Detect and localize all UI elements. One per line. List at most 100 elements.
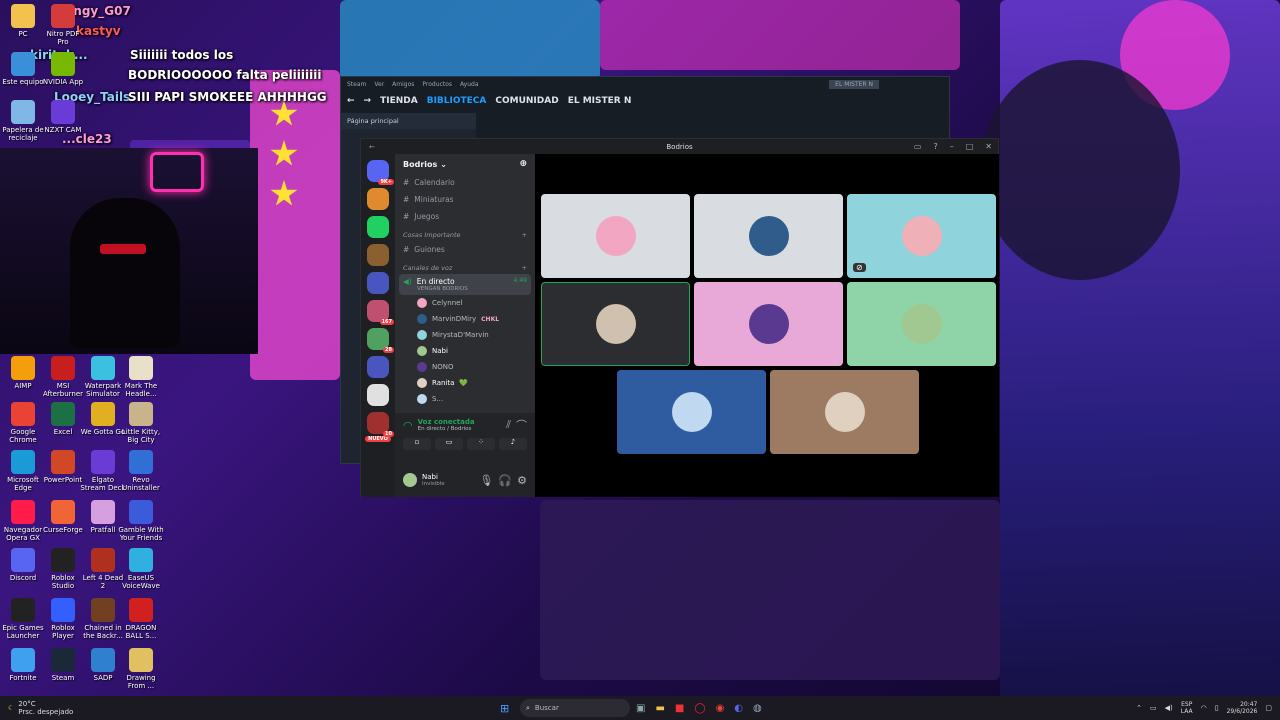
discord-icon[interactable]: ◐ (734, 703, 743, 714)
lang-code[interactable]: ESP (1181, 701, 1193, 708)
participant-tile[interactable] (694, 282, 843, 366)
desktop-icon[interactable]: NZXT CAM (40, 100, 86, 134)
participant-tile[interactable] (617, 370, 766, 454)
chrome-icon[interactable]: ◉ (716, 703, 725, 714)
voice-user[interactable]: MarvinDMiry CHKL (395, 311, 535, 327)
camera-button[interactable]: ▫ (403, 438, 431, 450)
desktop-icon[interactable]: EaseUS VoiceWave (118, 548, 164, 590)
wifi-icon[interactable]: ◠ (1201, 704, 1207, 712)
user-status: Invisible (422, 481, 445, 487)
steam-icon[interactable]: ◍ (753, 703, 762, 714)
nav-profile[interactable]: EL MISTER N (568, 96, 632, 106)
add-channel-icon[interactable]: + (522, 264, 527, 272)
server-icon[interactable]: 167 (367, 300, 394, 325)
voice-user[interactable]: S... (395, 391, 535, 407)
channel-miniaturas[interactable]: # Miniaturas (395, 191, 535, 208)
chat-message: SIII PAPI SMOKEEE AHHHHGG (128, 90, 327, 104)
server-icon[interactable] (367, 356, 389, 378)
voice-user-name: S... (432, 395, 444, 403)
participant-tile[interactable] (847, 282, 996, 366)
steam-menu-amigos[interactable]: Amigos (392, 81, 414, 88)
screen-share-button[interactable]: ▭ (435, 438, 463, 450)
discord-window[interactable]: ← Bodrios ▭? – □ ✕ 9K+ 167 28 10 NUEVO Bodr… (360, 138, 999, 497)
back-icon[interactable]: ← (347, 96, 355, 106)
voice-user[interactable]: MirystaD'Marvin (395, 327, 535, 343)
nav-biblioteca[interactable]: BIBLIOTECA (427, 96, 487, 106)
desktop-icon[interactable]: Revo Uninstaller (118, 450, 164, 492)
nav-comunidad[interactable]: COMUNIDAD (495, 96, 558, 106)
steam-user[interactable]: EL MISTER N (829, 79, 879, 89)
desktop-icon[interactable]: DRAGON BALL S... (118, 598, 164, 640)
desktop-icon[interactable]: Gamble With Your Friends (118, 500, 164, 542)
live-voice-channel[interactable]: ◀) En directo 4:49 VENGAN BODRIOS (399, 274, 531, 295)
steam-menu-steam[interactable]: Steam (347, 81, 366, 88)
task-view-icon[interactable]: ▣ (636, 703, 645, 714)
desktop-icon[interactable]: Little Kitty, Big City (118, 402, 164, 444)
voice-user[interactable]: Ranita 💚 (395, 375, 535, 391)
weather-widget[interactable]: ☾ 20°C Prsc. despejado (0, 700, 73, 716)
participant-tile[interactable] (770, 370, 919, 454)
minimize-icon[interactable]: – (950, 142, 954, 151)
network-icon[interactable]: ▭ (1150, 704, 1157, 712)
microphone-icon[interactable]: 🎙 (479, 474, 493, 487)
gear-icon[interactable]: ⚙ (517, 474, 527, 487)
channel-calendario[interactable]: # Calendario (395, 174, 535, 191)
opera-icon[interactable]: ◯ (694, 703, 705, 714)
server-icon[interactable] (367, 216, 389, 238)
desktop-icon[interactable]: Mark The Headle... (118, 356, 164, 398)
server-icon[interactable] (367, 244, 389, 266)
store-icon[interactable]: ■ (675, 703, 684, 714)
server-icon[interactable]: 9K+ (367, 160, 394, 185)
headphones-icon[interactable]: 🎧 (498, 474, 512, 487)
file-explorer-icon[interactable]: ▬ (655, 703, 664, 714)
server-icon[interactable]: 28 (367, 328, 394, 353)
voice-user[interactable]: Nabi (395, 343, 535, 359)
category-important[interactable]: Cosas Importante + (395, 225, 535, 241)
notifications-icon[interactable]: ▢ (1265, 704, 1272, 712)
clock-time[interactable]: 20:47 (1227, 701, 1257, 708)
server-icon[interactable] (367, 272, 389, 294)
app-icon (91, 402, 115, 426)
search-input[interactable]: ⌕ Buscar (520, 699, 630, 717)
participant-tile[interactable] (541, 282, 690, 366)
category-voice[interactable]: Canales de voz + (395, 258, 535, 274)
inbox-icon[interactable]: ▭ (914, 142, 922, 151)
nav-tienda[interactable]: TIENDA (380, 96, 418, 106)
steam-menu-productos[interactable]: Productos (422, 81, 452, 88)
voice-user[interactable]: NONO (395, 359, 535, 375)
desktop-icon[interactable]: Nitro PDF Pro (40, 4, 86, 46)
activities-button[interactable]: ⁘ (467, 438, 495, 450)
voice-user[interactable]: Celynnel (395, 295, 535, 311)
server-icon[interactable]: 10 (367, 412, 394, 437)
server-icon[interactable] (367, 188, 389, 210)
steam-menu-ver[interactable]: Ver (374, 81, 384, 88)
participant-tile[interactable] (694, 194, 843, 278)
server-icon[interactable] (367, 384, 389, 406)
chevron-up-icon[interactable]: ⌃ (1136, 704, 1142, 712)
battery-icon[interactable]: ▯ (1215, 704, 1219, 712)
steam-home[interactable]: Página principal (341, 113, 476, 129)
desktop-icon[interactable]: NVIDIA App (40, 52, 86, 86)
soundboard-button[interactable]: ♪ (499, 438, 527, 450)
back-icon[interactable]: ← (369, 143, 375, 151)
maximize-icon[interactable]: □ (966, 142, 974, 151)
channel-guiones[interactable]: # Guiones (395, 241, 535, 258)
close-icon[interactable]: ✕ (985, 142, 992, 151)
steam-menu-ayuda[interactable]: Ayuda (460, 81, 479, 88)
user-panel[interactable]: Nabi Invisible 🎙 🎧 ⚙ (395, 463, 535, 497)
noise-suppression-icon[interactable]: ⫽ (506, 418, 511, 432)
app-icon (51, 598, 75, 622)
volume-icon[interactable]: ◀) (1165, 704, 1173, 712)
participant-tile[interactable] (541, 194, 690, 278)
help-icon[interactable]: ? (933, 142, 937, 151)
add-channel-icon[interactable]: + (522, 231, 527, 239)
clock-date[interactable]: 29/6/2026 (1227, 708, 1258, 715)
add-member-icon[interactable]: ⊕ (519, 159, 527, 169)
desktop-icon[interactable]: Drawing From ... (118, 648, 164, 690)
forward-icon[interactable]: → (364, 96, 372, 106)
channel-juegos[interactable]: # Juegos (395, 208, 535, 225)
disconnect-icon[interactable]: ⌒ (516, 417, 527, 433)
participant-tile[interactable]: ⊘ (847, 194, 996, 278)
server-header[interactable]: Bodrios ⌄ ⊕ (395, 154, 535, 174)
start-icon[interactable]: ⊞ (500, 702, 509, 715)
